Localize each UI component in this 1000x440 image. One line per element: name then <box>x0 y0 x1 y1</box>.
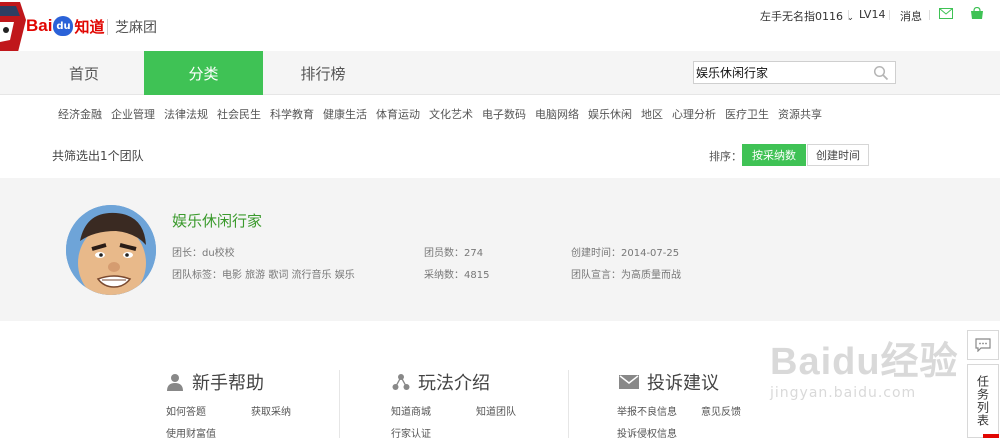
category-item[interactable]: 科学教育 <box>270 106 314 122</box>
user-icon <box>167 374 183 391</box>
team-tags: 团队标签：电影 旅游 歌词 流行音乐 娱乐 <box>172 270 355 281</box>
messages-link[interactable]: 消息 <box>900 8 922 24</box>
search-input[interactable] <box>696 64 866 81</box>
help-section-gameplay: 玩法介绍 <box>392 369 490 395</box>
help-link[interactable]: 知道团队 <box>476 403 516 418</box>
help-section-newbie: 新手帮助 <box>166 369 264 395</box>
team-created: 创建时间：2014-07-25 <box>571 248 680 259</box>
username-menu[interactable]: 左手无名指0116 ⌄ <box>760 8 854 24</box>
section-divider <box>339 370 340 438</box>
category-item[interactable]: 企业管理 <box>111 106 155 122</box>
feedback-button[interactable] <box>967 330 999 360</box>
section-divider <box>568 370 569 438</box>
category-list: 经济金融 企业管理 法律法规 社会民生 科学教育 健康生活 体育运动 文化艺术 … <box>58 106 831 122</box>
sort-by-adopted-button[interactable]: 按采纳数 <box>742 144 806 166</box>
chat-bubble-icon <box>975 338 991 352</box>
mail-icon[interactable] <box>939 8 953 19</box>
share-icon <box>392 374 410 390</box>
help-title-newbie: 新手帮助 <box>192 373 264 394</box>
top-divider <box>889 10 890 20</box>
top-divider <box>848 10 849 20</box>
help-title-gameplay: 玩法介绍 <box>418 373 490 394</box>
team-adopted: 采纳数：4815 <box>424 270 490 281</box>
logo-zhidao-text: 知道 <box>74 17 105 36</box>
top-divider <box>929 10 930 20</box>
mail-icon <box>619 375 639 389</box>
avatar-face-icon <box>66 205 156 295</box>
category-item[interactable]: 医疗卫生 <box>725 106 769 122</box>
team-avatar[interactable] <box>66 205 156 295</box>
logo-bai-text: Bai <box>26 16 53 35</box>
result-count: 共筛选出1个团队 <box>52 149 144 163</box>
help-link[interactable]: 如何答题 <box>166 403 206 418</box>
help-link[interactable]: 知道商城 <box>391 403 431 418</box>
help-title-complaints: 投诉建议 <box>647 373 719 394</box>
category-item[interactable]: 心理分析 <box>672 106 716 122</box>
task-list-button[interactable]: 任务列表 <box>967 364 999 438</box>
category-item[interactable]: 社会民生 <box>217 106 261 122</box>
sub-brand-title[interactable]: 芝麻团 <box>115 17 157 37</box>
help-link[interactable]: 获取采纳 <box>251 403 291 418</box>
category-item[interactable]: 文化艺术 <box>429 106 473 122</box>
team-members: 团员数：274 <box>424 248 484 259</box>
category-item[interactable]: 健康生活 <box>323 106 367 122</box>
team-leader: 团长：du校校 <box>172 248 235 259</box>
team-name-link[interactable]: 娱乐休闲行家 <box>172 210 262 231</box>
tab-home[interactable]: 首页 <box>24 51 144 95</box>
watermark-url: jingyan.baidu.com <box>770 385 917 401</box>
team-motto: 团队宣言：为高质量而战 <box>571 270 681 281</box>
sort-by-created-button[interactable]: 创建时间 <box>807 144 869 166</box>
tab-ranking[interactable]: 排行榜 <box>263 51 383 95</box>
user-level[interactable]: LV14 <box>859 8 885 21</box>
search-box <box>693 61 896 84</box>
logo-divider <box>107 19 108 35</box>
sort-label: 排序： <box>709 150 742 163</box>
category-item[interactable]: 地区 <box>641 106 663 122</box>
logo-du-paw: du <box>53 16 74 36</box>
category-item[interactable]: 法律法规 <box>164 106 208 122</box>
category-item[interactable]: 经济金融 <box>58 106 102 122</box>
help-link[interactable]: 举报不良信息 <box>617 403 677 418</box>
baidu-zhidao-logo[interactable]: Bai du 知道 <box>26 14 104 38</box>
category-item[interactable]: 娱乐休闲 <box>588 106 632 122</box>
help-link[interactable]: 意见反馈 <box>701 403 741 418</box>
tab-category[interactable]: 分类 <box>144 51 263 95</box>
task-badge <box>983 434 999 438</box>
category-item[interactable]: 电子数码 <box>482 106 526 122</box>
shopping-bag-icon[interactable] <box>970 7 984 20</box>
category-item[interactable]: 电脑网络 <box>535 106 579 122</box>
search-icon[interactable] <box>873 65 889 81</box>
category-item[interactable]: 体育运动 <box>376 106 420 122</box>
baidu-jingyan-watermark: Baidu经验 jingyan.baidu.com <box>770 330 959 401</box>
help-section-complaints: 投诉建议 <box>619 369 719 395</box>
category-item[interactable]: 资源共享 <box>778 106 822 122</box>
watermark-text: Baidu经验 <box>770 341 959 383</box>
username: 左手无名指0116 <box>760 10 843 23</box>
